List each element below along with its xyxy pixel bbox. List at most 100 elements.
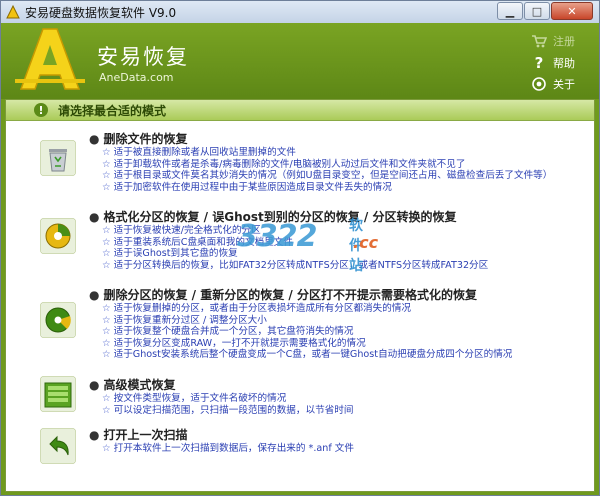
window-controls: ▁ □ ✕	[496, 2, 593, 20]
star-icon: ☆	[102, 236, 111, 248]
option-title-text: 高级模式恢复	[103, 378, 176, 392]
option-description: ☆ 按文件类型恢复，适于文件名破坏的情况 ☆ 可以设定扫描范围，只扫描一段范围的数据…	[102, 393, 353, 416]
close-button[interactable]: ✕	[551, 2, 593, 20]
description-line: ☆ 适于被直接删除或者从回收站里删掉的文件	[102, 147, 552, 159]
bullet-icon: ●	[89, 132, 100, 146]
description-line: ☆ 适于恢复删掉的分区，或者由于分区表损坏造成所有分区都消失的情况	[102, 303, 512, 315]
watermark-3322: 3322 软件站 .cc	[237, 218, 378, 274]
star-icon: ☆	[102, 158, 111, 170]
option-title-text: 删除文件的恢复	[103, 132, 188, 146]
question-icon: ?	[534, 54, 544, 72]
minimize-button[interactable]: ▁	[497, 2, 523, 20]
option-description: ☆ 适于恢复删掉的分区，或者由于分区表损坏造成所有分区都消失的情况 ☆ 适于恢复重新…	[102, 303, 512, 361]
watermark-domain: .cc	[353, 233, 379, 252]
description-text: 适于Ghost安装系统后整个硬盘变成一个C盘，或者一键Ghost自动把硬盘分成四…	[113, 349, 513, 361]
prompt-text: 请选择最合适的模式	[58, 103, 167, 118]
recycle-bin-icon	[40, 140, 76, 176]
star-icon: ☆	[102, 349, 111, 361]
star-icon: ☆	[102, 326, 111, 338]
bullet-icon: ●	[89, 428, 100, 442]
about-icon	[531, 76, 547, 92]
description-line: ☆ 适于分区转换后的恢复，比如FAT32分区转成NTFS分区，或者NTFS分区转成…	[102, 260, 488, 272]
star-icon: ☆	[102, 443, 111, 454]
star-icon: ☆	[102, 147, 111, 158]
maximize-button[interactable]: □	[524, 2, 550, 20]
cart-icon	[531, 33, 547, 49]
description-line: ☆ 适于卸载软件或者是杀毒/病毒删除的文件/电脑被别人动过后文件和文件夹就不见了	[102, 159, 552, 171]
window-title: 安易硬盘数据恢复软件 V9.0	[25, 5, 177, 20]
description-text: 适于被直接删除或者从回收站里删掉的文件	[113, 147, 296, 158]
app-icon	[6, 5, 20, 19]
prompt-bar: ! 请选择最合适的模式	[6, 100, 594, 121]
bullet-icon: ●	[89, 210, 100, 224]
description-text: 打开本软件上一次扫描到数据后，保存出来的 *.anf 文件	[113, 443, 354, 454]
star-icon: ☆	[102, 393, 111, 404]
option-title-text: 删除分区的恢复 / 重新分区的恢复 / 分区打不开提示需要格式化的恢复	[103, 288, 477, 302]
help-label: 帮助	[553, 57, 575, 70]
format-disk-icon	[40, 218, 76, 254]
star-icon: ☆	[102, 225, 111, 236]
description-text: 适于加密软件在使用过程中由于某些原因造成目录文件丢失的情况	[113, 181, 392, 193]
option-delete-recovery[interactable]: ● 删除文件的恢复 ☆ 适于被直接删除或者从回收站里删掉的文件 ☆ 适于卸载软件或者是…	[6, 130, 594, 200]
description-line: ☆ 打开本软件上一次扫描到数据后，保存出来的 *.anf 文件	[102, 443, 354, 455]
description-text: 适于根目录或文件莫名其妙消失的情况（例如U盘目录变空，但是空间还占用、磁盘检查后…	[113, 170, 553, 182]
description-text: 适于分区转换后的恢复，比如FAT32分区转成NTFS分区，或者NTFS分区转成F…	[113, 259, 489, 271]
option-title-text: 打开上一次扫描	[103, 428, 188, 442]
mode-panel: ! 请选择最合适的模式 ● 删除文件的恢复 ☆ 适于被直接删除或者从回收站里删掉的文…	[5, 99, 595, 492]
option-open-last-scan[interactable]: ● 打开上一次扫描 ☆ 打开本软件上一次扫描到数据后，保存出来的 *.anf 文件	[6, 426, 594, 470]
star-icon: ☆	[102, 404, 111, 416]
about-menu[interactable]: 关于	[531, 76, 575, 92]
option-title: ● 打开上一次扫描	[89, 426, 188, 443]
description-line: ☆ 适于根目录或文件莫名其妙消失的情况（例如U盘目录变空，但是空间还占用、磁盘检查…	[102, 170, 552, 182]
close-icon: ✕	[567, 4, 577, 18]
description-text: 适于卸载软件或者是杀毒/病毒删除的文件/电脑被别人动过后文件和文件夹就不见了	[113, 158, 466, 170]
option-advanced-mode[interactable]: ● 高级模式恢复 ☆ 按文件类型恢复，适于文件名破坏的情况 ☆ 可以设定扫描范围，只扫…	[6, 376, 594, 420]
bullet-icon: ●	[89, 288, 100, 302]
register-label: 注册	[553, 35, 575, 48]
star-icon: ☆	[102, 181, 111, 193]
minimize-icon: ▁	[505, 4, 515, 18]
option-description: ☆ 适于被直接删除或者从回收站里删掉的文件 ☆ 适于卸载软件或者是杀毒/病毒删除的文…	[102, 147, 552, 193]
brand-name: 安易恢复	[97, 45, 189, 69]
open-last-scan-icon	[40, 428, 76, 464]
brand-url: AneData.com	[99, 71, 174, 84]
watermark-digits: 3322	[237, 219, 317, 254]
option-partition-recovery[interactable]: ● 删除分区的恢复 / 重新分区的恢复 / 分区打不开提示需要格式化的恢复 ☆ 适于…	[6, 286, 594, 368]
description-line: ☆ 适于恢复分区变成RAW，一打不开就提示需要格式化的情况	[102, 338, 512, 350]
about-label: 关于	[553, 78, 575, 91]
star-icon: ☆	[102, 259, 111, 271]
header: 安易恢复 AneData.com 注册 ? 帮助 关于	[1, 23, 599, 99]
maximize-icon: □	[531, 4, 543, 18]
option-description: ☆ 打开本软件上一次扫描到数据后，保存出来的 *.anf 文件	[102, 443, 354, 455]
description-line: ☆ 适于加密软件在使用过程中由于某些原因造成目录文件丢失的情况	[102, 182, 552, 194]
star-icon: ☆	[102, 170, 111, 182]
advanced-mode-icon	[40, 376, 76, 412]
description-text: 适于恢复整个硬盘合并成一个分区，其它盘符消失的情况	[113, 326, 354, 338]
description-text: 适于恢复分区变成RAW，一打不开就提示需要格式化的情况	[113, 337, 366, 349]
description-line: ☆ 适于Ghost安装系统后整个硬盘变成一个C盘，或者一键Ghost自动把硬盘分成…	[102, 349, 512, 361]
description-line: ☆ 按文件类型恢复，适于文件名破坏的情况	[102, 393, 353, 405]
star-icon: ☆	[102, 337, 111, 349]
description-line: ☆ 适于恢复重新分过区 / 调整分区大小	[102, 315, 512, 327]
option-title: ● 删除分区的恢复 / 重新分区的恢复 / 分区打不开提示需要格式化的恢复	[89, 286, 477, 303]
star-icon: ☆	[102, 248, 111, 260]
description-line: ☆ 适于恢复整个硬盘合并成一个分区，其它盘符消失的情况	[102, 326, 512, 338]
help-menu[interactable]: ? 帮助	[531, 54, 575, 72]
description-text: 适于恢复删掉的分区，或者由于分区表损坏造成所有分区都消失的情况	[113, 303, 412, 314]
description-text: 可以设定扫描范围，只扫描一段范围的数据，以节省时间	[113, 404, 354, 416]
description-text: 适于误Ghost到其它盘的恢复	[113, 248, 238, 260]
register-menu[interactable]: 注册	[531, 33, 575, 49]
anedata-logo-icon	[15, 28, 85, 90]
app-window: 安易硬盘数据恢复软件 V9.0 ▁ □ ✕ 安易恢复 AneData.com 注…	[0, 0, 600, 496]
star-icon: ☆	[102, 303, 111, 314]
title-bar[interactable]: 安易硬盘数据恢复软件 V9.0 ▁ □ ✕	[1, 1, 599, 23]
description-text: 适于恢复重新分过区 / 调整分区大小	[113, 314, 267, 326]
description-text: 按文件类型恢复，适于文件名破坏的情况	[113, 393, 287, 404]
option-title: ● 删除文件的恢复	[89, 130, 188, 147]
description-line: ☆ 可以设定扫描范围，只扫描一段范围的数据，以节省时间	[102, 405, 353, 417]
option-title: ● 高级模式恢复	[89, 376, 176, 393]
bullet-icon: ●	[89, 378, 100, 392]
star-icon: ☆	[102, 314, 111, 326]
partition-icon	[40, 302, 76, 338]
exclamation-icon: !	[34, 103, 48, 117]
